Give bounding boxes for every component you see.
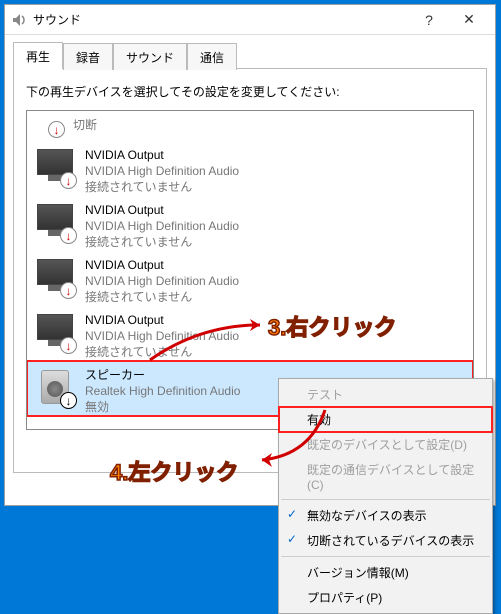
device-name: NVIDIA Output: [85, 147, 239, 163]
annotation-left-click: 4.左クリック: [110, 455, 238, 487]
titlebar: サウンド ? ✕: [5, 5, 495, 35]
down-arrow-icon: ↓: [48, 121, 65, 138]
device-row[interactable]: ↓ 切断: [27, 111, 473, 141]
device-text: NVIDIA Output NVIDIA High Definition Aud…: [85, 147, 239, 196]
device-driver: NVIDIA High Definition Audio: [85, 328, 239, 344]
menu-enable[interactable]: 有効: [279, 407, 492, 432]
device-status: 切断: [73, 117, 97, 133]
device-row[interactable]: ↓ NVIDIA Output NVIDIA High Definition A…: [27, 251, 473, 306]
menu-version[interactable]: バージョン情報(M): [279, 560, 492, 585]
tab-playback[interactable]: 再生: [13, 42, 63, 69]
close-button[interactable]: ✕: [449, 6, 489, 34]
menu-properties[interactable]: プロパティ(P): [279, 585, 492, 610]
speaker-icon: ↓: [35, 367, 75, 407]
device-text: NVIDIA Output NVIDIA High Definition Aud…: [85, 257, 239, 306]
down-arrow-icon: ↓: [60, 227, 77, 244]
device-status: 接続されていません: [85, 289, 239, 305]
device-name: NVIDIA Output: [85, 257, 239, 273]
device-icon: ↓: [35, 117, 63, 141]
monitor-icon: ↓: [35, 202, 75, 242]
tab-recording[interactable]: 録音: [63, 43, 113, 70]
monitor-icon: ↓: [35, 147, 75, 187]
down-arrow-icon: ↓: [60, 392, 77, 409]
tab-communications[interactable]: 通信: [187, 43, 237, 70]
device-status: 無効: [85, 399, 240, 415]
device-name: NVIDIA Output: [85, 312, 239, 328]
device-status: 接続されていません: [85, 234, 239, 250]
menu-set-default[interactable]: 既定のデバイスとして設定(D): [279, 432, 492, 457]
device-text: NVIDIA Output NVIDIA High Definition Aud…: [85, 312, 239, 361]
device-name: スピーカー: [85, 367, 240, 383]
context-menu: テスト 有効 既定のデバイスとして設定(D) 既定の通信デバイスとして設定(C)…: [278, 378, 493, 614]
device-driver: NVIDIA High Definition Audio: [85, 163, 239, 179]
device-row[interactable]: ↓ NVIDIA Output NVIDIA High Definition A…: [27, 196, 473, 251]
device-status: 接続されていません: [85, 179, 239, 195]
menu-show-disconnected[interactable]: 切断されているデバイスの表示: [279, 528, 492, 553]
menu-separator: [281, 499, 490, 500]
tab-strip: 再生 録音 サウンド 通信: [5, 35, 495, 68]
device-text: スピーカー Realtek High Definition Audio 無効: [85, 367, 240, 416]
device-row[interactable]: ↓ NVIDIA Output NVIDIA High Definition A…: [27, 306, 473, 361]
menu-set-default-comm[interactable]: 既定の通信デバイスとして設定(C): [279, 457, 492, 496]
device-driver: NVIDIA High Definition Audio: [85, 218, 239, 234]
window-title: サウンド: [33, 11, 409, 28]
device-text: 切断: [73, 117, 97, 133]
down-arrow-icon: ↓: [60, 172, 77, 189]
menu-show-disabled[interactable]: 無効なデバイスの表示: [279, 503, 492, 528]
instruction-text: 下の再生デバイスを選択してその設定を変更してください:: [26, 83, 474, 100]
device-row[interactable]: ↓ NVIDIA Output NVIDIA High Definition A…: [27, 141, 473, 196]
down-arrow-icon: ↓: [60, 282, 77, 299]
down-arrow-icon: ↓: [60, 337, 77, 354]
annotation-right-click: 3.右クリック: [268, 310, 396, 342]
menu-separator: [281, 556, 490, 557]
device-text: NVIDIA Output NVIDIA High Definition Aud…: [85, 202, 239, 251]
speaker-app-icon: [11, 12, 27, 28]
device-name: NVIDIA Output: [85, 202, 239, 218]
device-driver: Realtek High Definition Audio: [85, 383, 240, 399]
monitor-icon: ↓: [35, 312, 75, 352]
device-driver: NVIDIA High Definition Audio: [85, 273, 239, 289]
menu-test[interactable]: テスト: [279, 382, 492, 407]
help-button[interactable]: ?: [409, 6, 449, 34]
tab-sounds[interactable]: サウンド: [113, 43, 187, 70]
monitor-icon: ↓: [35, 257, 75, 297]
device-status: 接続されていません: [85, 344, 239, 360]
